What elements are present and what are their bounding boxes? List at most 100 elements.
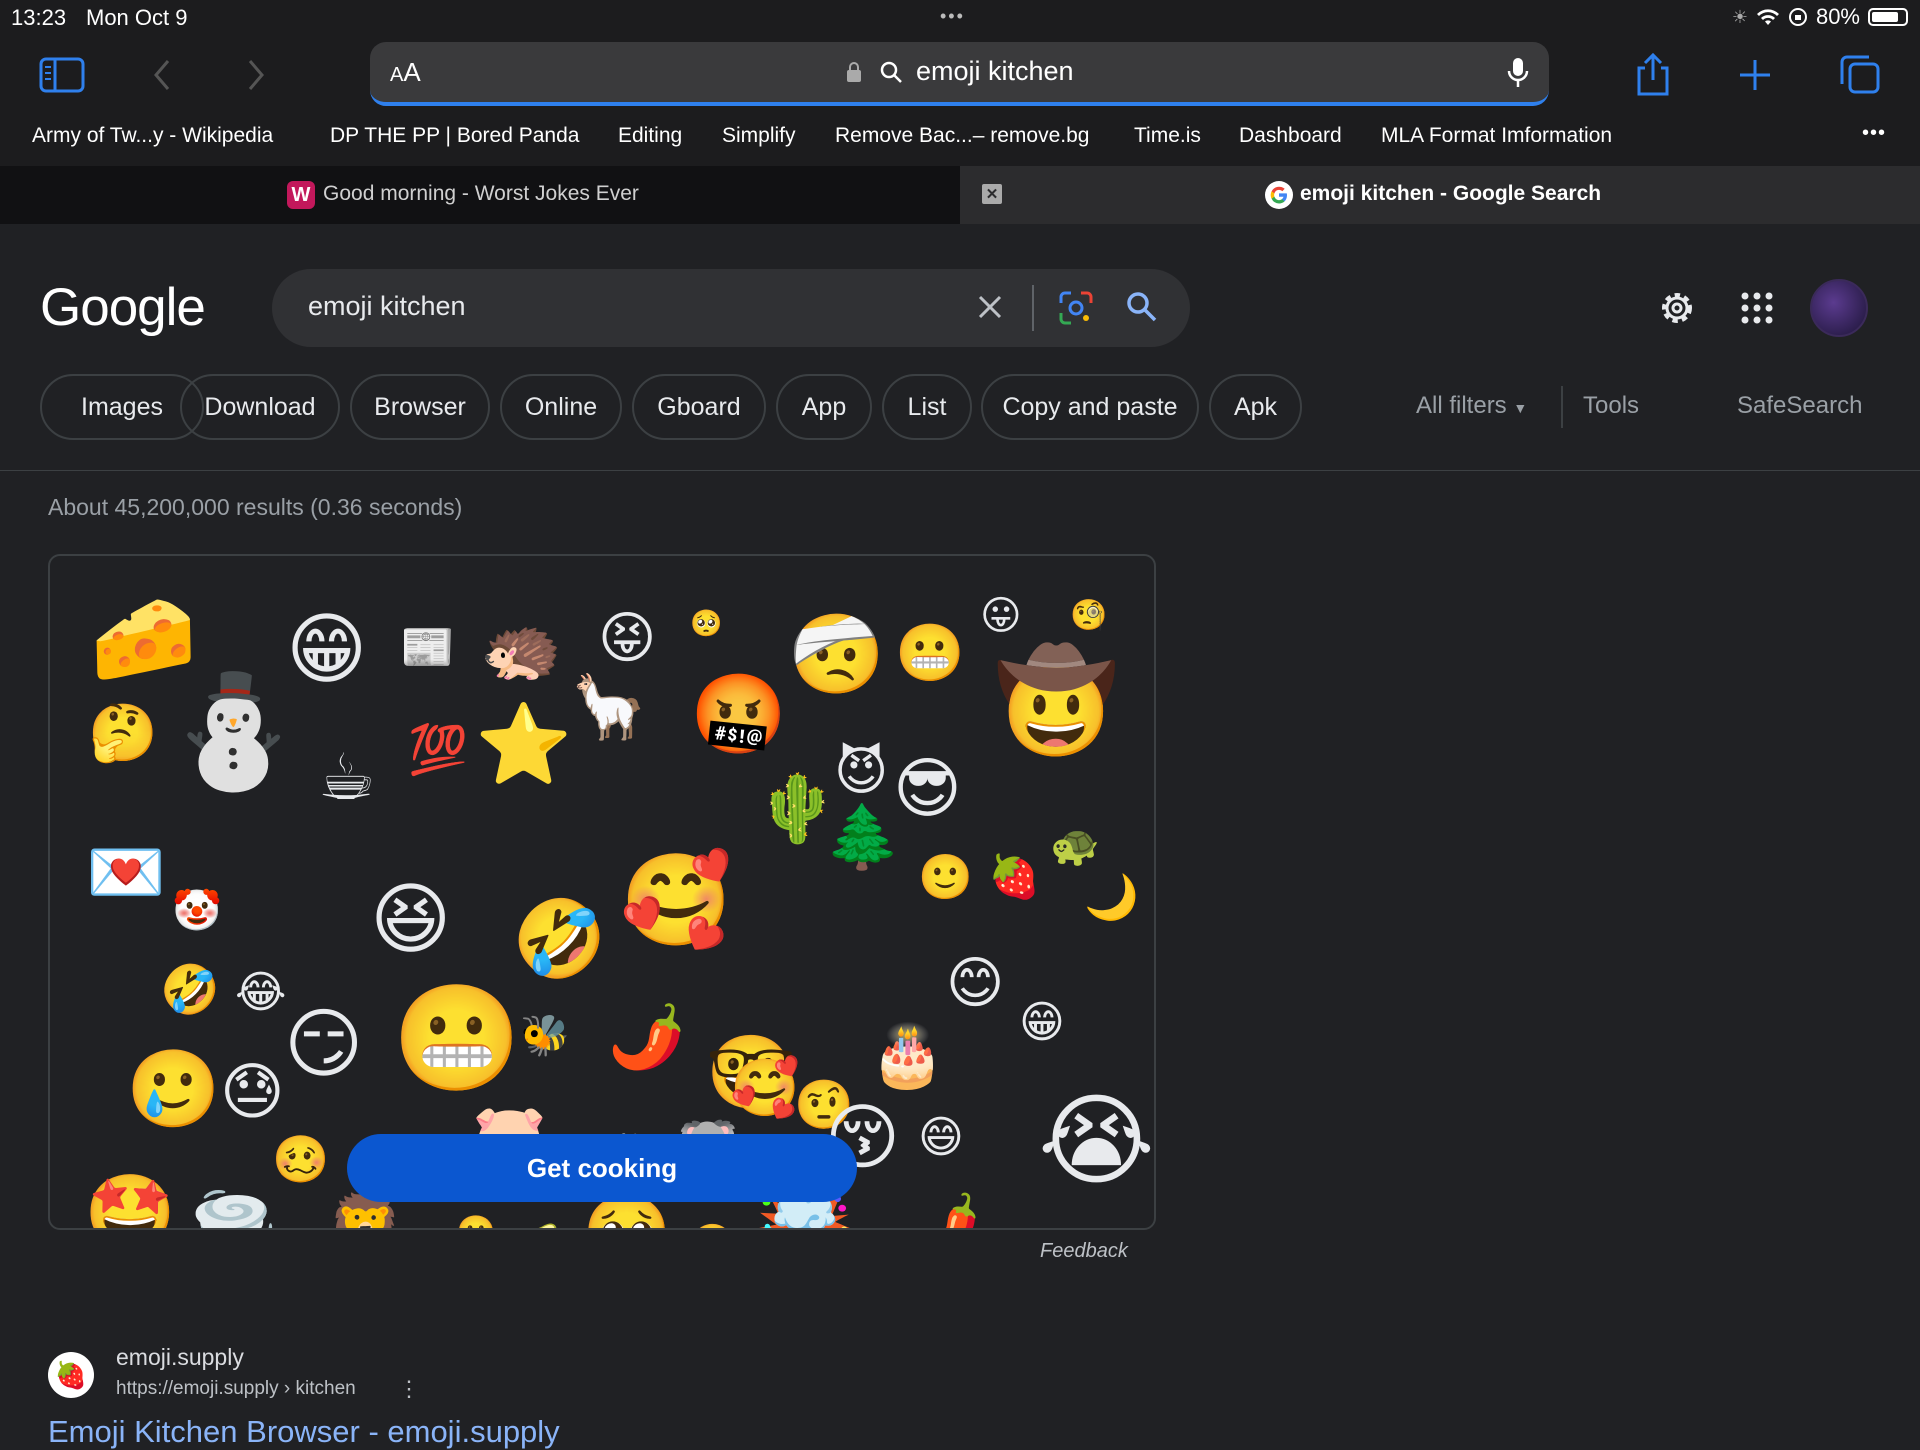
microphone-icon[interactable] xyxy=(1507,56,1529,90)
emoji-sticker-icon: 😛 xyxy=(980,593,1022,639)
battery-percent: 80% xyxy=(1815,4,1860,29)
tabs-icon[interactable] xyxy=(1832,50,1888,100)
emoji-sticker-icon: 🙂 xyxy=(456,1216,496,1228)
get-cooking-button[interactable]: Get cooking xyxy=(347,1134,857,1202)
close-icon[interactable]: ✕ xyxy=(982,184,1002,204)
emoji-sticker-icon: 🐢 xyxy=(1050,823,1100,869)
search-box[interactable]: emoji kitchen xyxy=(272,269,1190,347)
emoji-sticker-icon: 😓 xyxy=(220,1055,285,1128)
tools-button[interactable]: Tools xyxy=(1583,392,1639,420)
emoji-sticker-icon: 😎 xyxy=(893,750,962,827)
all-filters-button[interactable]: All filters ▼ xyxy=(1416,392,1527,420)
emoji-sticker-icon: 😝 xyxy=(598,606,657,671)
address-query[interactable]: emoji kitchen xyxy=(916,56,1074,87)
worst-jokes-favicon-icon: W xyxy=(287,181,315,209)
emoji-sticker-icon: 🤣 xyxy=(512,894,607,983)
rotation-lock-icon xyxy=(1788,8,1807,26)
emoji-sticker-icon: 💯 xyxy=(408,722,468,778)
emoji-sticker-icon: 🧐 xyxy=(1070,598,1108,633)
chip-copy-and-paste[interactable]: Copy and paste xyxy=(981,374,1199,440)
emoji-sticker-icon: 🥲 xyxy=(126,1044,221,1133)
search-divider xyxy=(1032,285,1034,331)
emoji-sticker-icon: 🦙 xyxy=(570,670,648,743)
status-bar: 13:23 Mon Oct 9 ••• ☀ 80% xyxy=(0,0,1920,36)
emoji-sticker-icon: 😏 xyxy=(284,999,364,1088)
bookmark-item[interactable]: Time.is xyxy=(1134,124,1201,148)
emoji-sticker-icon: 🤠 xyxy=(994,642,1119,759)
forward-icon[interactable] xyxy=(228,50,284,100)
tab-google-search[interactable]: ✕ emoji kitchen - Google Search xyxy=(960,166,1920,224)
tab-title: Good morning - Worst Jokes Ever xyxy=(323,182,639,205)
browser-toolbar: AA emoji kitchen xyxy=(0,36,1920,116)
google-logo[interactable]: Google xyxy=(40,277,206,338)
emoji-sticker-icon: 😆 xyxy=(370,875,452,965)
emoji-sticker-icon: 😊 xyxy=(946,951,1005,1016)
chip-gboard[interactable]: Gboard xyxy=(632,374,766,440)
bookmark-item[interactable]: MLA Format Imformation xyxy=(1381,124,1612,148)
lock-icon xyxy=(847,62,861,82)
share-icon[interactable] xyxy=(1625,50,1681,100)
bookmark-item[interactable]: Remove Bac...– remove.bg xyxy=(835,124,1089,148)
bookmark-item[interactable]: DP THE PP | Bored Panda xyxy=(330,124,579,148)
clear-icon[interactable] xyxy=(972,289,1008,325)
chip-browser[interactable]: Browser xyxy=(350,374,490,440)
emoji-sticker-icon: 🌙 xyxy=(1084,872,1139,923)
emoji-sticker-icon: 😈 xyxy=(834,742,889,802)
multitask-dots[interactable]: ••• xyxy=(940,6,965,27)
emoji-kitchen-card: 🧀 😁 📰 🦔 😝 🥺 🤕 😬 😛 🧐 🤔 ⛄ ☕ 💯 ⭐ 🦙 🤬 😈 😎 🤠 💌 🤡 😆 🤣 🥰 🌵 🌲 🙂 🍓 🐢 🌙 🤣 😂 😏 😬 🐝 🌶️ 🤓 🤨… xyxy=(48,554,1156,1230)
chip-online[interactable]: Online xyxy=(500,374,622,440)
tab-worst-jokes[interactable]: W Good morning - Worst Jokes Ever xyxy=(0,166,960,224)
settings-gear-icon[interactable] xyxy=(1657,288,1697,328)
safesearch-button[interactable]: SafeSearch xyxy=(1737,392,1862,420)
emoji-sticker-icon: 🤩 xyxy=(84,1170,177,1230)
bookmarks-more-button[interactable]: ••• xyxy=(1862,122,1886,145)
result-title-link[interactable]: Emoji Kitchen Browser - emoji.supply xyxy=(48,1414,560,1450)
reader-options-button[interactable]: AA xyxy=(390,57,421,88)
google-header: Google emoji kitchen Images Download Bro… xyxy=(0,224,1920,471)
chip-apk[interactable]: Apk xyxy=(1209,374,1302,440)
result-stats: About 45,200,000 results (0.36 seconds) xyxy=(48,494,463,520)
search-icon xyxy=(880,61,902,83)
emoji-sticker-icon: 🥺 xyxy=(690,609,723,639)
status-time: 13:23 xyxy=(11,5,67,30)
bookmark-item[interactable]: Dashboard xyxy=(1239,124,1342,148)
result-site-name[interactable]: emoji.supply xyxy=(116,1344,244,1371)
status-right: ☀ 80% xyxy=(1732,4,1908,30)
back-icon[interactable] xyxy=(134,50,190,100)
emoji-sticker-icon: 😂 xyxy=(235,967,287,1018)
google-favicon-icon xyxy=(1265,181,1293,209)
emoji-sticker-icon: 😄 xyxy=(918,1112,964,1163)
filters-divider xyxy=(1561,386,1563,428)
bookmark-item[interactable]: Army of Tw...y - Wikipedia xyxy=(32,124,273,148)
address-bar[interactable]: AA emoji kitchen xyxy=(370,42,1549,106)
emoji-sticker-icon: 🌶️ xyxy=(608,1000,686,1073)
emoji-sticker-icon: 🤬 xyxy=(690,670,788,760)
emoji-sticker-icon: 😬 xyxy=(690,1226,735,1229)
result-url[interactable]: https://emoji.supply › kitchen xyxy=(116,1378,356,1400)
emoji-sticker-icon: 🤕 xyxy=(788,610,886,700)
google-lens-icon[interactable] xyxy=(1057,289,1095,327)
chip-app[interactable]: App xyxy=(776,374,872,440)
bookmark-item[interactable]: Editing xyxy=(618,124,682,148)
apps-grid-icon[interactable] xyxy=(1740,291,1774,325)
search-icon[interactable] xyxy=(1124,289,1160,325)
feedback-link[interactable]: Feedback xyxy=(1040,1240,1128,1263)
avatar[interactable] xyxy=(1810,279,1868,337)
sun-icon: ☀ xyxy=(1731,6,1748,27)
emoji-sticker-icon: 😬 xyxy=(895,621,965,686)
bookmark-item[interactable]: Simplify xyxy=(722,124,796,148)
more-options-icon[interactable]: ⋮ xyxy=(398,1376,420,1402)
emoji-sticker-icon: 🍓 xyxy=(988,852,1041,901)
emoji-sticker-icon: 📰 xyxy=(400,622,455,673)
emoji-sticker-icon: 🤡 xyxy=(172,888,222,934)
chip-list[interactable]: List xyxy=(882,374,972,440)
sidebar-icon[interactable] xyxy=(34,50,90,100)
chip-download[interactable]: Download xyxy=(180,374,340,440)
battery-icon xyxy=(1868,8,1908,26)
new-tab-icon[interactable] xyxy=(1727,50,1783,100)
emoji-sticker-icon: 😭 xyxy=(1038,1082,1155,1199)
emoji-sticker-icon: 🦔 xyxy=(480,610,563,687)
emoji-sticker-icon: 🐝 xyxy=(520,1013,570,1059)
emoji-sticker-icon: 🤔 xyxy=(88,701,158,766)
search-input[interactable]: emoji kitchen xyxy=(308,291,466,322)
